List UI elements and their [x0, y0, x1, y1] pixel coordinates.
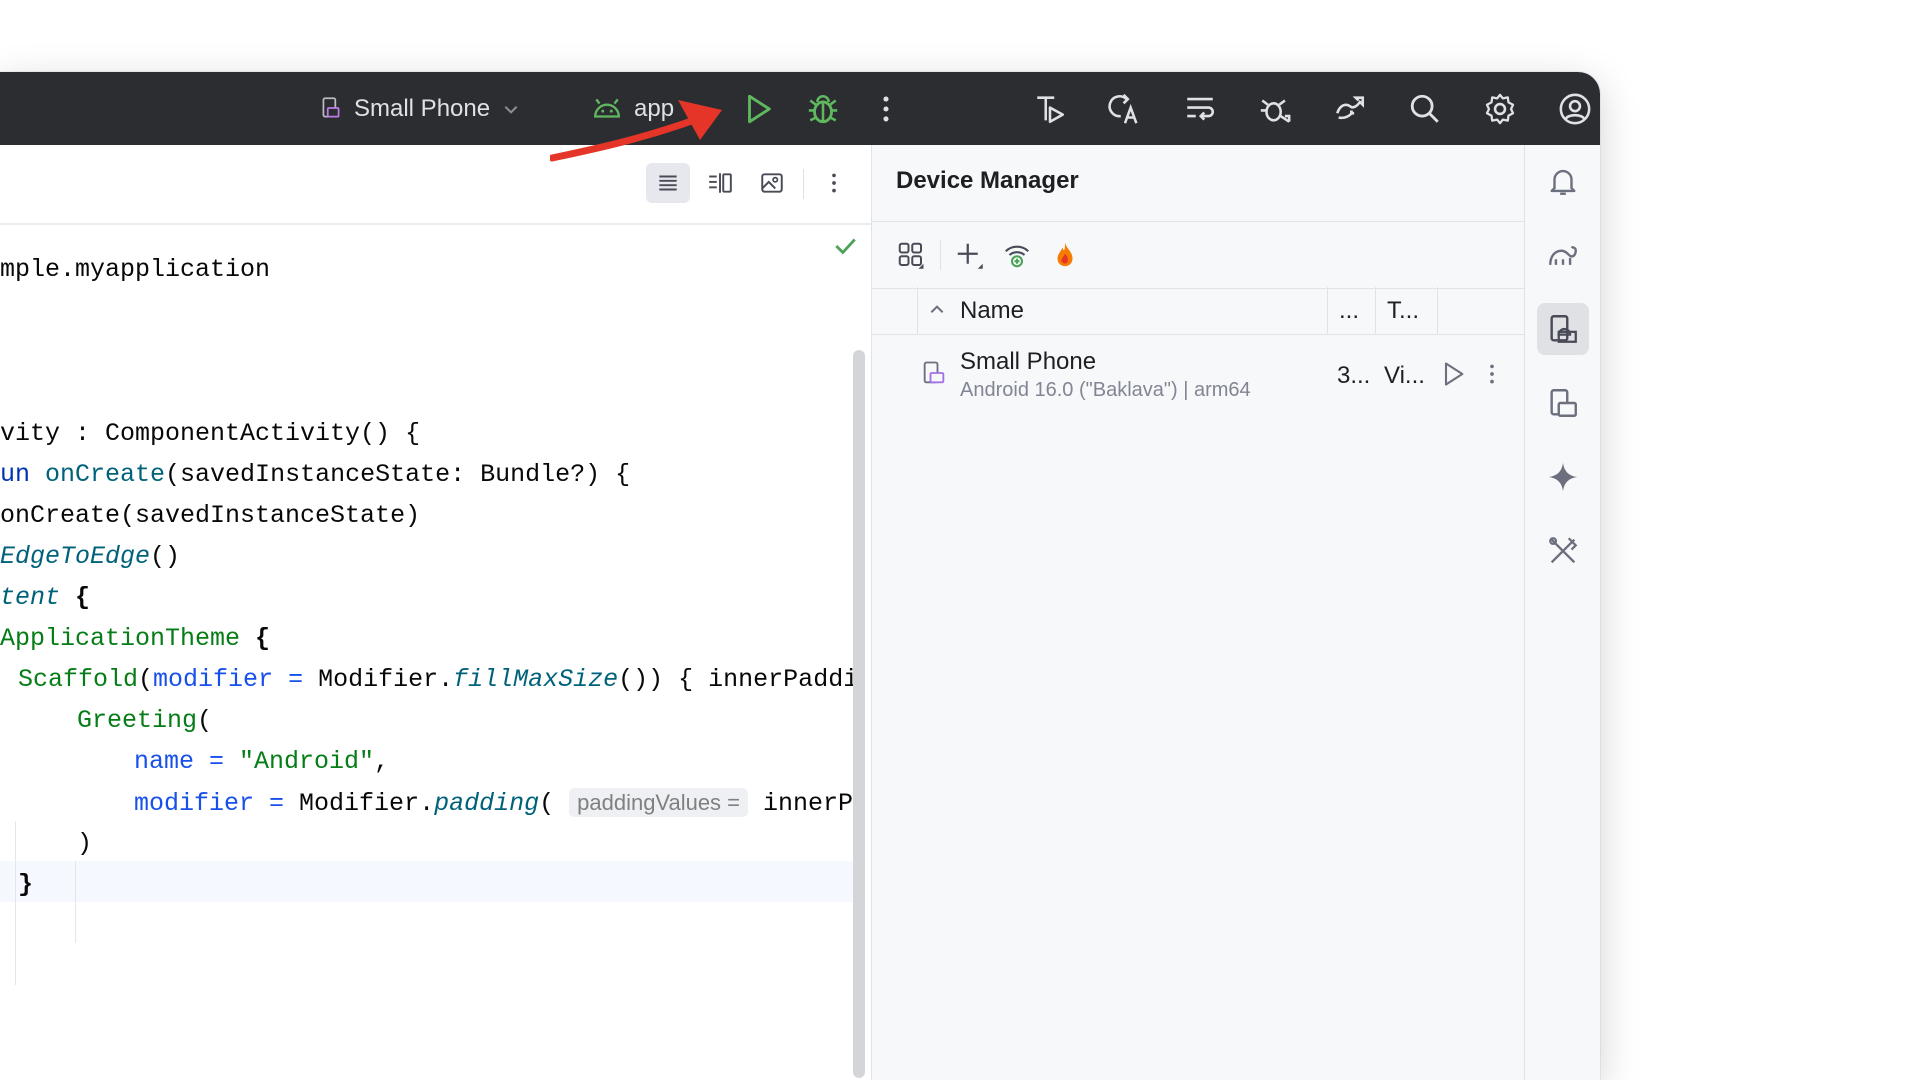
running-devices-icon[interactable]: [1537, 377, 1589, 429]
translate-icon[interactable]: [1107, 91, 1143, 127]
gear-icon[interactable]: [1482, 91, 1518, 127]
editor-toolbar-divider: [803, 169, 804, 199]
device-name: Small Phone: [960, 348, 1097, 375]
device-manager-tool-icon[interactable]: [1537, 303, 1589, 355]
dm-toolbar-divider: [940, 240, 941, 270]
debug-icon[interactable]: [805, 91, 841, 127]
add-device-icon[interactable]: [952, 238, 986, 272]
device-manager-panel: Device Manager Name ... T... Small Phone…: [871, 145, 1525, 1080]
editor-more-icon[interactable]: [812, 163, 856, 203]
device-manager-toolbar: [872, 221, 1525, 289]
debug-profile-icon[interactable]: [1257, 91, 1293, 127]
code-line-4: onCreate(savedInstanceState): [0, 501, 421, 530]
code-line-13: }: [18, 870, 34, 899]
code-area[interactable]: mple.myapplication vity : ComponentActiv…: [0, 223, 855, 1080]
sync-icon[interactable]: [1332, 91, 1368, 127]
gradle-icon[interactable]: [1537, 229, 1589, 281]
notifications-icon[interactable]: [1537, 155, 1589, 207]
code-line-12: ): [77, 829, 93, 858]
device-table-header: Name ... T...: [872, 287, 1525, 335]
device-api: 3...: [1337, 362, 1371, 389]
code-line-5: EdgeToEdge(): [0, 542, 181, 571]
launch-device-icon[interactable]: [1439, 360, 1467, 393]
chevron-down-icon: [502, 100, 520, 118]
main-toolbar: Small Phone app: [0, 72, 1600, 145]
column-header-name[interactable]: Name: [960, 297, 1024, 325]
code-line-9: Greeting(: [77, 706, 213, 735]
column-separator: [917, 287, 918, 334]
code-editor[interactable]: mple.myapplication vity : ComponentActiv…: [0, 145, 871, 1080]
code-line-3: un onCreate(savedInstanceState: Bundle?)…: [0, 460, 631, 489]
editor-view-toolbar: [0, 145, 871, 225]
device-selector-label: Small Phone: [354, 95, 491, 122]
device-details: Android 16.0 ("Baklava") | arm64: [960, 379, 1251, 401]
right-tool-window-bar: [1524, 145, 1600, 1080]
sort-ascending-icon[interactable]: [928, 301, 946, 324]
device-manager-title: Device Manager: [896, 167, 1079, 194]
indent-guide: [75, 861, 76, 943]
code-line-1: mple.myapplication: [0, 255, 271, 284]
app-quality-insights-icon[interactable]: [1537, 525, 1589, 577]
code-line-2: vity : ComponentActivity() {: [0, 419, 421, 448]
search-icon[interactable]: [1407, 91, 1443, 127]
indent-guide: [15, 821, 16, 985]
group-devices-icon[interactable]: [894, 238, 928, 272]
code-line-7: ApplicationTheme {: [0, 624, 271, 653]
current-line-highlight: [0, 861, 855, 902]
more-vertical-icon[interactable]: [868, 91, 904, 127]
account-icon[interactable]: [1557, 91, 1593, 127]
device-icon: [318, 94, 346, 124]
firebase-test-lab-icon[interactable]: [1048, 238, 1082, 272]
wrap-icon[interactable]: [1182, 91, 1218, 127]
column-header-type[interactable]: T...: [1387, 297, 1419, 325]
editor-scrollbar[interactable]: [853, 350, 865, 1078]
code-line-8: Scaffold(modifier = Modifier.fillMaxSize…: [18, 665, 855, 694]
column-separator: [1327, 287, 1328, 334]
annotation-arrow: [550, 100, 722, 162]
column-separator: [1375, 287, 1376, 334]
device-more-icon[interactable]: [1479, 360, 1505, 393]
ide-window: Small Phone app mple.myapplication vity …: [0, 72, 1600, 1080]
device-row[interactable]: Small Phone Android 16.0 ("Baklava") | a…: [872, 334, 1525, 418]
gemini-icon[interactable]: [1537, 451, 1589, 503]
device-selector[interactable]: Small Phone: [318, 90, 520, 128]
column-header-api[interactable]: ...: [1339, 297, 1359, 325]
device-type: Vi...: [1384, 362, 1425, 389]
device-icon: [920, 358, 948, 393]
code-line-11: modifier = Modifier.padding( paddingValu…: [134, 788, 855, 818]
parameter-hint: paddingValues =: [569, 788, 749, 817]
run-icon[interactable]: [740, 91, 776, 127]
column-separator: [1437, 287, 1438, 334]
code-line-10: name = "Android",: [134, 747, 390, 776]
design-view-icon[interactable]: [750, 163, 794, 203]
pair-wifi-icon[interactable]: [1000, 238, 1034, 272]
code-line-6: tent {: [0, 583, 91, 612]
run-test-icon[interactable]: [1032, 91, 1068, 127]
